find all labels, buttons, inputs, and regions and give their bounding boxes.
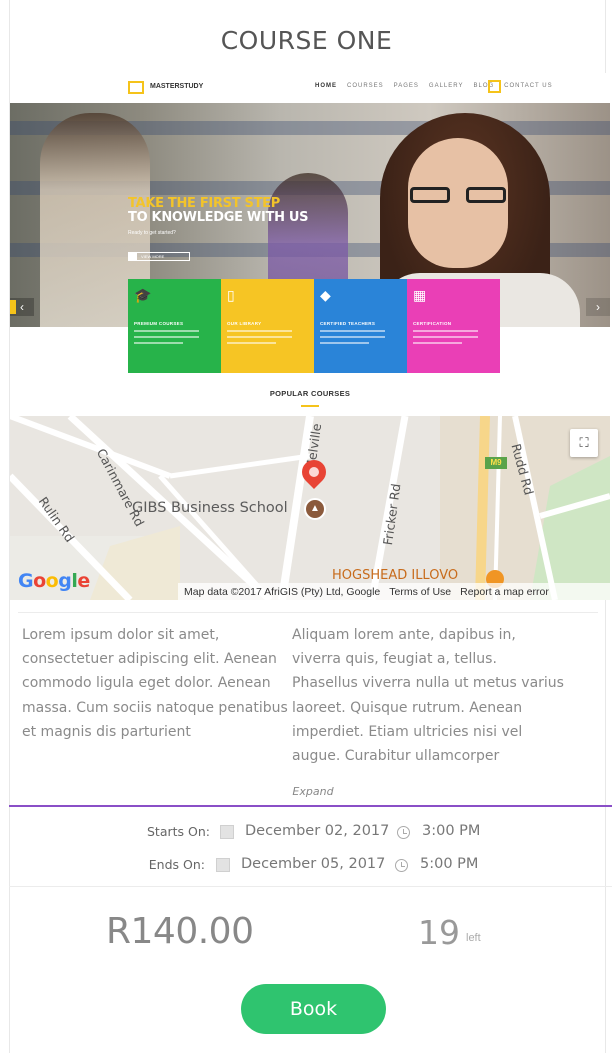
preview-menu-item: GALLERY <box>428 83 464 89</box>
map-terms-link[interactable]: Terms of Use <box>389 586 451 598</box>
description-column: Aliquam lorem ante, dapibus in, viverra … <box>292 627 564 765</box>
ends-label: Ends On: <box>148 857 205 872</box>
hero-subline: Ready to get started? <box>128 230 176 236</box>
diamond-icon: ◆ <box>320 287 331 303</box>
description-column: Lorem ipsum dolor sit amet, consectetuer… <box>22 627 288 740</box>
student-face <box>408 138 508 268</box>
preview-menu: HOME COURSES PAGES GALLERY BLOG CONTACT … <box>315 83 553 89</box>
map-report-link[interactable]: Report a map error <box>460 586 549 598</box>
hero-button: VIEW MORE <box>128 252 190 261</box>
feature-title: CERTIFICATION <box>413 321 452 326</box>
carousel-accent <box>10 300 16 314</box>
feature-title: CERTIFIED TEACHERS <box>320 321 376 326</box>
preview-logo-text: MASTERSTUDY <box>150 83 204 90</box>
preview-menu-item: HOME <box>315 83 337 89</box>
preview-menu-item: COURSES <box>347 83 384 89</box>
book-button[interactable]: Book <box>241 984 386 1034</box>
divider-accent <box>9 805 612 807</box>
map-attribution: Map data ©2017 AfriGIS (Pty) Ltd, Google <box>184 585 381 598</box>
glasses-decoration <box>410 187 506 203</box>
route-badge: M9 <box>485 457 507 469</box>
calendar-icon <box>216 858 230 872</box>
expand-link[interactable]: Expand <box>0 785 613 798</box>
divider <box>18 612 598 613</box>
feature-title: OUR LIBRARY <box>227 321 262 326</box>
divider <box>9 886 612 887</box>
feature-tile: ◆ CERTIFIED TEACHERS <box>314 279 407 373</box>
carousel-next-icon: › <box>586 298 610 316</box>
clock-icon <box>397 826 410 839</box>
course-preview-image: MASTERSTUDY HOME COURSES PAGES GALLERY B… <box>10 73 610 416</box>
start-time: 3:00 PM <box>422 823 481 839</box>
school-icon[interactable]: ▲ <box>304 498 326 520</box>
heading-underline <box>301 405 319 407</box>
feature-tile: ▦ CERTIFICATION <box>407 279 500 373</box>
feature-tiles: 🎓 PREMIUM COURSES ▯ OUR LIBRARY ◆ CERTIF… <box>128 279 500 373</box>
map-pin-dot <box>309 467 319 477</box>
preview-site-nav: MASTERSTUDY HOME COURSES PAGES GALLERY B… <box>10 73 610 103</box>
description-fade <box>22 761 597 778</box>
seats-left-label: left <box>466 932 481 944</box>
seats-left-count: 19 <box>418 913 460 952</box>
end-date: December 05, 2017 <box>241 856 386 872</box>
google-logo: Google <box>18 570 90 592</box>
place-label: HOGSHEAD ILLOVO <box>332 568 459 583</box>
popular-courses-heading: POPULAR COURSES <box>269 389 351 398</box>
feature-tile: ▯ OUR LIBRARY <box>221 279 314 373</box>
page-title: COURSE ONE <box>220 26 393 55</box>
map-attribution-bar: Map data ©2017 AfriGIS (Pty) Ltd, Google… <box>178 583 610 600</box>
graduation-cap-icon: 🎓 <box>134 287 152 303</box>
preview-menu-item: CONTACT US <box>504 83 553 89</box>
preview-cart-icon <box>488 80 501 93</box>
course-price: R140.00 <box>106 911 254 952</box>
feature-tile: 🎓 PREMIUM COURSES <box>128 279 221 373</box>
preview-menu-item: PAGES <box>393 83 419 89</box>
book-icon: ▯ <box>227 287 235 303</box>
course-description: Lorem ipsum dolor sit amet, consectetuer… <box>22 623 597 778</box>
fullscreen-icon[interactable]: ⛶ <box>570 429 598 457</box>
start-date: December 02, 2017 <box>245 823 390 839</box>
feature-title: PREMIUM COURSES <box>134 321 184 326</box>
clock-icon <box>395 859 408 872</box>
place-label: GIBS Business School <box>132 500 288 516</box>
preview-logo-icon <box>128 81 144 94</box>
location-map[interactable]: Carinmare Rd Melville Rulin Rd Fricker R… <box>10 416 610 600</box>
certificate-icon: ▦ <box>413 287 427 303</box>
hero-headline: TO KNOWLEDGE WITH US <box>128 210 309 225</box>
hero-headline: TAKE THE FIRST STEP <box>128 196 280 211</box>
end-time: 5:00 PM <box>420 856 479 872</box>
calendar-icon <box>220 825 234 839</box>
starts-label: Starts On: <box>147 824 210 839</box>
